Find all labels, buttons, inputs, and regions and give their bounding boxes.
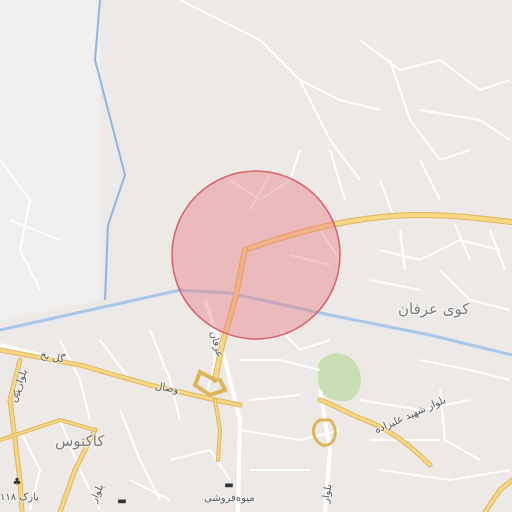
shop-icon[interactable]: ▬ [224, 481, 234, 491]
search-radius-circle [171, 170, 341, 340]
map-view[interactable]: کوی عرفان کاکتوس عرفان وصال گل یخ بلوار … [0, 0, 512, 512]
tree-icon[interactable]: ♣ [12, 478, 22, 488]
road-label-12: ۱۲ [12, 388, 23, 399]
area-label-kuy-erfan: کوی عرفان [398, 300, 470, 318]
shop-icon[interactable]: ▬ [117, 497, 127, 507]
poi-label-fruit-shop[interactable]: میوه‌فروشی [204, 493, 255, 504]
open-area [0, 0, 100, 320]
area-label-kaktus: کاکتوس [55, 432, 105, 450]
poi-label-park-118[interactable]: پارک ۱۱۸ [0, 492, 39, 503]
